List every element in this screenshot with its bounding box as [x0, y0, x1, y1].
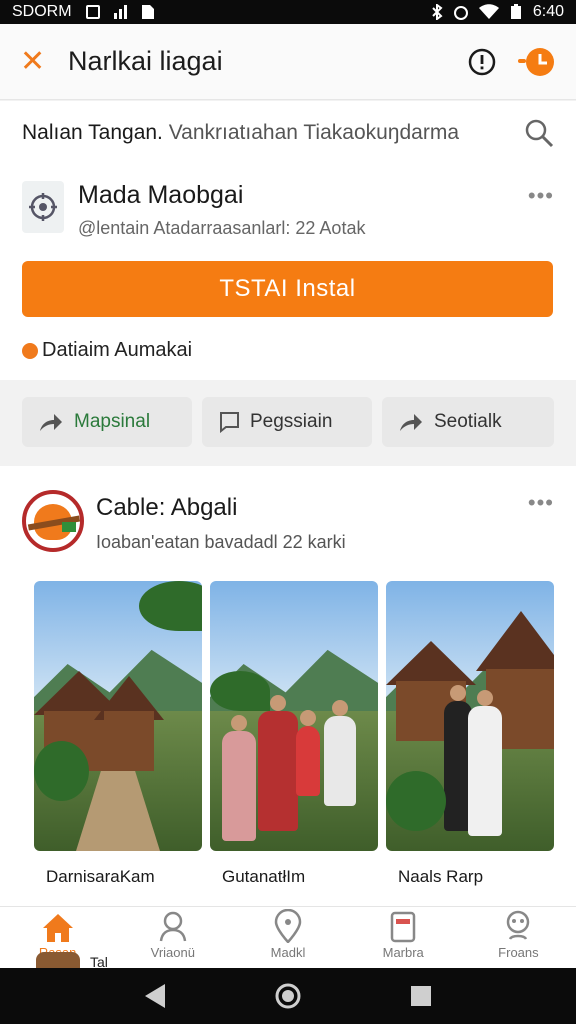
app-subtitle: @lentain Atadarraasanlarl: 22 Aotak [78, 218, 366, 238]
post-subtitle: Ioaban'eatan bavadadl 22 karki [96, 532, 346, 552]
app-logo-icon [29, 193, 57, 221]
profile-icon [157, 909, 189, 943]
search-icon[interactable] [524, 118, 554, 148]
photo-caption: Naals Rarp [398, 867, 484, 886]
nav-item-profile[interactable]: Vriaonü [115, 907, 230, 968]
app-bar: ✕ Narlkai liagai [0, 24, 576, 100]
carrier-label: SDORM [12, 3, 72, 20]
app-name: Mada Maobgai [78, 181, 244, 209]
nav-label: Madkl [270, 945, 306, 960]
nav-item-location[interactable]: Madkl [230, 907, 345, 968]
more-options-icon[interactable]: ••• [528, 490, 554, 516]
photo-captions: DarnisaraKam GutanatłIm Naals Rarp [34, 851, 554, 887]
nav-label: Vriaonü [150, 945, 195, 960]
chip-mapsinal[interactable]: Mapsinal [22, 397, 192, 447]
recents-icon[interactable] [409, 984, 433, 1008]
photo-caption: GutanatłIm [222, 867, 306, 886]
bluetooth-icon [432, 4, 443, 20]
home-circle-icon[interactable] [274, 982, 302, 1010]
photo-village-path[interactable] [34, 581, 202, 851]
notification-icon [85, 5, 100, 19]
nav-label: Froans [498, 945, 539, 960]
photo-family-group[interactable] [210, 581, 378, 851]
shop-icon [389, 909, 417, 943]
nav-item-support[interactable]: Froans [461, 907, 576, 968]
status-dot-icon [22, 342, 38, 359]
nav-item-shop[interactable]: Marbra [346, 907, 461, 968]
note-text: Datiaim Aumakai [42, 339, 193, 361]
search-query-hint: Vankrıatıahan Tiakaokuŋdarma [162, 121, 460, 144]
search-bar[interactable]: Nalıan Tangan. Vankrıatıahan Tiakaokuŋda… [0, 101, 576, 165]
post-card: Cable: Abgali Ioaban'eatan bavadadl 22 k… [0, 466, 576, 906]
battery-icon [510, 4, 521, 19]
photo-couple-house[interactable] [386, 581, 554, 851]
photo-gallery [34, 581, 554, 851]
install-button[interactable]: TSTAI Instal [22, 261, 553, 317]
alarm-icon [453, 6, 468, 20]
signal-icon [113, 5, 127, 19]
avatar[interactable] [22, 490, 84, 552]
back-icon[interactable] [143, 983, 167, 1009]
support-icon [502, 909, 534, 943]
timer-icon[interactable] [518, 45, 556, 79]
wifi-icon [478, 4, 499, 19]
status-bar: SDORM 6:40 [0, 0, 576, 24]
search-query-main: Nalıan Tangan. [22, 121, 163, 144]
info-icon[interactable] [468, 48, 496, 76]
home-icon [42, 909, 74, 943]
more-options-icon[interactable]: ••• [528, 183, 554, 209]
comment-icon [218, 411, 240, 433]
location-icon [273, 909, 303, 943]
chip-pegssiain[interactable]: Pegssiain [202, 397, 372, 447]
app-logo [22, 181, 64, 233]
photo-caption: DarnisaraKam [46, 867, 155, 886]
nav-label: Marbra [382, 945, 424, 960]
chip-label: Seotialk [434, 411, 502, 432]
chip-label: Pegssiain [250, 411, 333, 432]
system-navigation-bar [0, 968, 576, 1024]
post-author[interactable]: Cable: Abgali [96, 494, 346, 522]
page-title: Narlkai liagai [68, 46, 223, 76]
action-chips: Mapsinal Pegssiain Seotialk [0, 381, 576, 465]
note-row: Datiaim Aumakai [22, 339, 554, 362]
app-card: Mada Maobgai @lentain Atadarraasanlarl: … [0, 165, 576, 380]
file-icon [141, 5, 154, 19]
search-query[interactable]: Nalıan Tangan. Vankrıatıahan Tiakaokuŋda… [22, 121, 459, 145]
chip-seotialk[interactable]: Seotialk [382, 397, 554, 447]
chip-label: Mapsinal [74, 411, 151, 432]
close-icon[interactable]: ✕ [20, 46, 54, 77]
share-icon [38, 411, 64, 433]
clock: 6:40 [532, 3, 564, 20]
share-icon [398, 411, 424, 433]
